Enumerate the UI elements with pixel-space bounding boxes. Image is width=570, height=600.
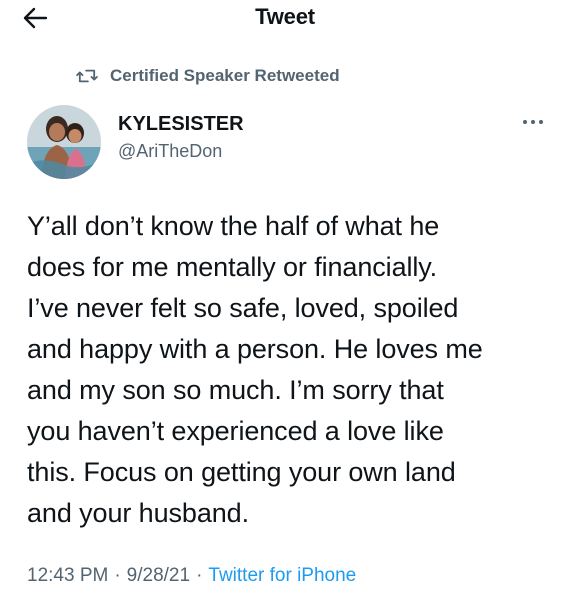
more-horizontal-icon (523, 120, 543, 124)
avatar-photo (27, 105, 101, 179)
user-display-name[interactable]: KYLESISTER (118, 113, 244, 136)
tweet-date[interactable]: 9/28/21 (127, 565, 190, 586)
retweet-icon (76, 69, 98, 83)
more-options-button[interactable] (520, 114, 546, 130)
tweet-header: Tweet (0, 0, 570, 40)
tweet-time[interactable]: 12:43 PM (27, 565, 108, 586)
tweet-source-link[interactable]: Twitter for iPhone (208, 565, 356, 586)
retweeted-by-label: Certified Speaker Retweeted (110, 66, 340, 85)
user-handle[interactable]: @AriTheDon (118, 141, 222, 162)
avatar[interactable] (27, 105, 101, 179)
retweeted-by[interactable]: Certified Speaker Retweeted (76, 64, 340, 88)
tweet-metadata: 12:43 PM · 9/28/21 · Twitter for iPhone (27, 565, 356, 587)
separator-dot: · (114, 565, 121, 586)
tweet-text: Y’all don’t know the half of what he doe… (27, 211, 483, 528)
page-title: Tweet (255, 4, 315, 29)
separator-dot: · (196, 565, 203, 586)
